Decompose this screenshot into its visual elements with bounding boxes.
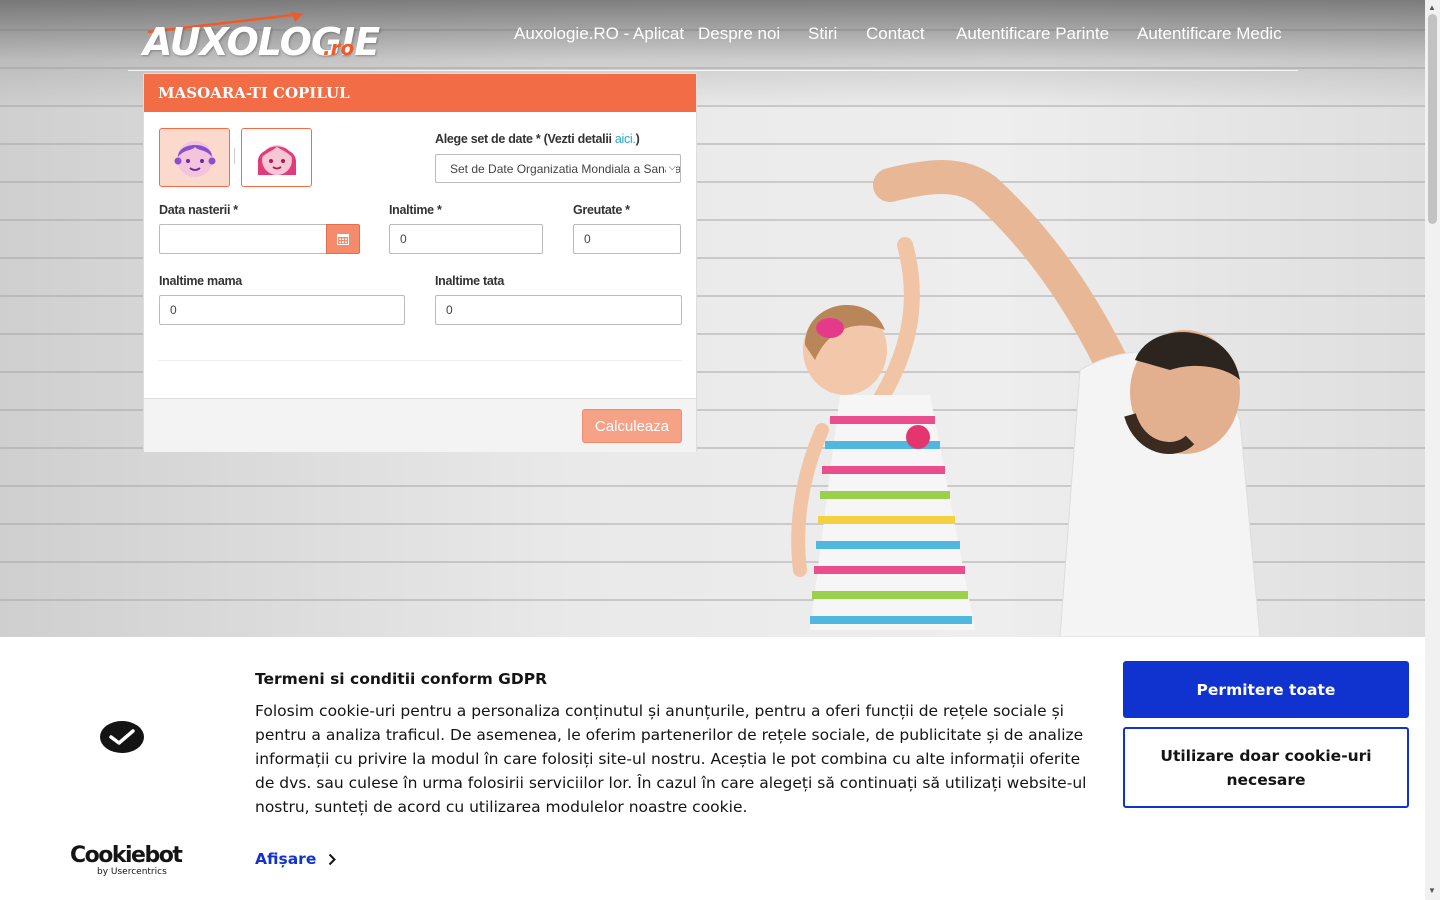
- height-input[interactable]: 0: [389, 224, 543, 254]
- cookie-text: Folosim cookie-uri pentru a personaliza …: [255, 702, 1087, 816]
- panel-footer: Calculeaza: [144, 398, 696, 452]
- nav-divider: [128, 70, 1298, 71]
- weight-label: Greutate *: [573, 203, 630, 217]
- calculate-button[interactable]: Calculeaza: [582, 409, 682, 443]
- dataset-details-link[interactable]: aici.: [615, 132, 636, 146]
- scroll-down-icon[interactable]: ▼: [1428, 886, 1436, 895]
- chevron-right-icon: [329, 853, 337, 865]
- site-logo[interactable]: AUXOLOGIE .ro: [143, 12, 380, 64]
- cookie-show-details-link[interactable]: Afișare: [255, 850, 337, 868]
- allow-all-cookies-button[interactable]: Permitere toate: [1123, 661, 1409, 718]
- gender-boy-button[interactable]: [159, 128, 230, 187]
- birthdate-input[interactable]: [159, 224, 327, 254]
- father-height-input[interactable]: 0: [435, 295, 682, 325]
- nav-item-aplicat[interactable]: Auxologie.RO - Aplicat: [514, 24, 684, 44]
- mother-height-label: Inaltime mama: [159, 274, 242, 288]
- dataset-select[interactable]: Set de Date Organizatia Mondiala a Sanat…: [435, 154, 681, 183]
- page-scrollbar[interactable]: ▲ ▼: [1425, 0, 1440, 900]
- nav-item-autentificare-parinte[interactable]: Autentificare Parinte: [956, 24, 1109, 44]
- logo-suffix: .ro: [323, 36, 355, 60]
- cookiebot-shield-icon: [100, 721, 144, 753]
- panel-body: Alege set de date * (Vezti detalii aici.…: [144, 112, 696, 398]
- scrollbar-thumb[interactable]: [1428, 14, 1437, 224]
- dataset-label: Alege set de date * (Vezti detalii aici.…: [435, 132, 640, 146]
- gender-girl-button[interactable]: [241, 128, 312, 187]
- dataset-select-value: Set de Date Organizatia Mondiala a Sanat…: [450, 162, 681, 176]
- chevron-down-icon: ⌵: [666, 162, 676, 173]
- weight-input[interactable]: 0: [573, 224, 681, 254]
- gender-separator: [234, 148, 235, 164]
- measure-child-panel: MASOARA-TI COPILUL Alege set de date * (…: [143, 73, 697, 452]
- mother-height-input[interactable]: 0: [159, 295, 405, 325]
- cookiebot-logo: Cookiebot by Usercentrics: [70, 843, 183, 878]
- panel-title: MASOARA-TI COPILUL: [144, 74, 696, 112]
- form-divider: [158, 360, 682, 361]
- cookie-show-label: Afișare: [255, 850, 317, 868]
- cookie-banner: Termeni si conditii conform GDPR Folosim…: [0, 637, 1425, 900]
- cookiebot-brand: Cookiebot: [70, 843, 183, 868]
- top-navbar: AUXOLOGIE .ro Auxologie.RO - Aplicat Des…: [0, 0, 1425, 72]
- nav-item-despre-noi[interactable]: Despre noi: [698, 24, 780, 44]
- cookie-title: Termeni si conditii conform GDPR: [255, 670, 548, 688]
- height-label: Inaltime *: [389, 203, 442, 217]
- calendar-button[interactable]: [326, 224, 360, 254]
- nav-item-stiri[interactable]: Stiri: [808, 24, 837, 44]
- birthdate-label: Data nasterii *: [159, 203, 238, 217]
- calendar-icon: [337, 234, 349, 245]
- nav-item-contact[interactable]: Contact: [866, 24, 925, 44]
- cookiebot-brand-sub: by Usercentrics: [97, 867, 167, 877]
- father-height-label: Inaltime tata: [435, 274, 505, 288]
- scroll-up-icon[interactable]: ▲: [1428, 3, 1436, 12]
- nav-item-autentificare-medic[interactable]: Autentificare Medic: [1137, 24, 1282, 44]
- girl-face-icon: [257, 144, 296, 175]
- boy-face-icon: [174, 140, 215, 177]
- necessary-cookies-only-button[interactable]: Utilizare doar cookie-uri necesare: [1123, 727, 1409, 808]
